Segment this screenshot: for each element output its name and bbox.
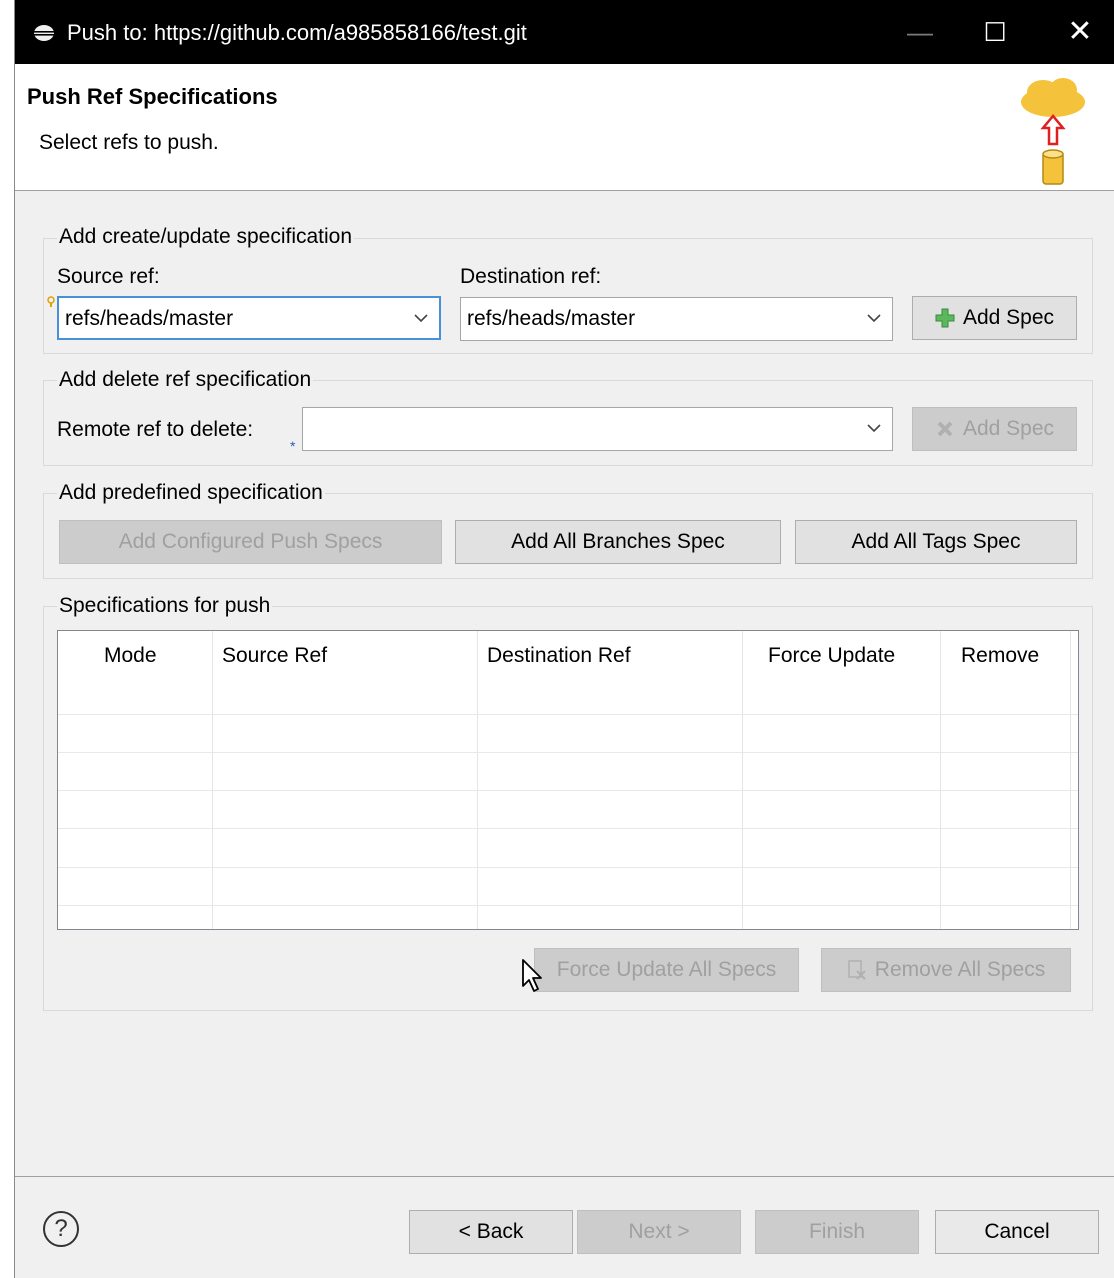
maximize-button[interactable]: ☐ bbox=[960, 0, 1030, 64]
column-header-remove[interactable]: Remove bbox=[961, 631, 1039, 711]
eclipse-icon bbox=[34, 25, 54, 41]
destination-ref-label: Destination ref: bbox=[460, 265, 602, 288]
source-ref-label: Source ref: bbox=[57, 265, 160, 288]
add-all-branches-spec-button[interactable]: Add All Branches Spec bbox=[455, 520, 781, 564]
page-title: Push Ref Specifications bbox=[27, 84, 278, 109]
finish-button[interactable]: Finish bbox=[755, 1210, 919, 1254]
minimize-button[interactable]: — bbox=[885, 0, 955, 64]
title-bar: Push to: https://github.com/a985858166/t… bbox=[15, 0, 1114, 64]
content-assist-icon bbox=[47, 296, 55, 307]
column-header-force-update[interactable]: Force Update bbox=[768, 631, 895, 711]
add-delete-spec-label: Add Spec bbox=[962, 417, 1055, 440]
wizard-header: Push Ref Specifications Select refs to p… bbox=[15, 64, 1114, 191]
chevron-down-icon bbox=[867, 314, 881, 323]
add-spec-label: Add Spec bbox=[962, 306, 1055, 329]
specs-group-label: Specifications for push bbox=[57, 594, 273, 618]
add-configured-push-specs-button[interactable]: Add Configured Push Specs bbox=[59, 520, 442, 564]
chevron-down-icon bbox=[414, 314, 428, 323]
required-marker: * bbox=[290, 438, 296, 454]
remote-ref-combo[interactable] bbox=[302, 407, 893, 451]
predefined-group-label: Add predefined specification bbox=[57, 481, 325, 505]
delete-ref-group-label: Add delete ref specification bbox=[57, 368, 314, 392]
delete-icon bbox=[937, 422, 953, 437]
create-update-group-label: Add create/update specification bbox=[57, 225, 355, 249]
chevron-down-icon bbox=[867, 424, 881, 433]
back-label: < Back bbox=[458, 1220, 524, 1243]
cancel-button[interactable]: Cancel bbox=[935, 1210, 1099, 1254]
back-button[interactable]: < Back bbox=[409, 1210, 573, 1254]
column-header-destination-ref[interactable]: Destination Ref bbox=[487, 631, 631, 711]
remote-ref-label: Remote ref to delete: bbox=[57, 418, 254, 441]
push-dialog: Push to: https://github.com/a985858166/t… bbox=[14, 0, 1114, 1278]
column-header-mode[interactable]: Mode bbox=[104, 631, 157, 711]
add-delete-spec-button[interactable]: Add Spec bbox=[912, 407, 1077, 451]
remove-all-specs-label: Remove All Specs bbox=[874, 958, 1046, 981]
remove-all-specs-button[interactable]: Remove All Specs bbox=[821, 948, 1071, 992]
specs-table[interactable]: Mode Source Ref Destination Ref Force Up… bbox=[57, 630, 1079, 930]
force-update-all-specs-button[interactable]: Force Update All Specs bbox=[534, 948, 799, 992]
page-description: Select refs to push. bbox=[39, 131, 219, 154]
mouse-cursor-icon bbox=[522, 959, 542, 992]
destination-ref-combo[interactable]: refs/heads/master bbox=[460, 297, 893, 341]
footer-separator bbox=[15, 1176, 1114, 1177]
add-spec-button[interactable]: Add Spec bbox=[912, 296, 1077, 340]
add-all-tags-spec-button[interactable]: Add All Tags Spec bbox=[795, 520, 1077, 564]
source-ref-value: refs/heads/master bbox=[65, 307, 234, 330]
help-icon[interactable]: ? bbox=[43, 1211, 79, 1247]
close-button[interactable]: ✕ bbox=[1045, 0, 1114, 64]
source-ref-combo[interactable]: refs/heads/master bbox=[57, 296, 441, 340]
destination-ref-value: refs/heads/master bbox=[467, 307, 636, 330]
window-title: Push to: https://github.com/a985858166/t… bbox=[67, 20, 527, 45]
add-icon bbox=[935, 308, 955, 328]
remove-all-icon bbox=[848, 960, 866, 981]
column-header-source-ref[interactable]: Source Ref bbox=[222, 631, 327, 711]
cloud-push-icon bbox=[1021, 78, 1085, 185]
next-button[interactable]: Next > bbox=[577, 1210, 741, 1254]
